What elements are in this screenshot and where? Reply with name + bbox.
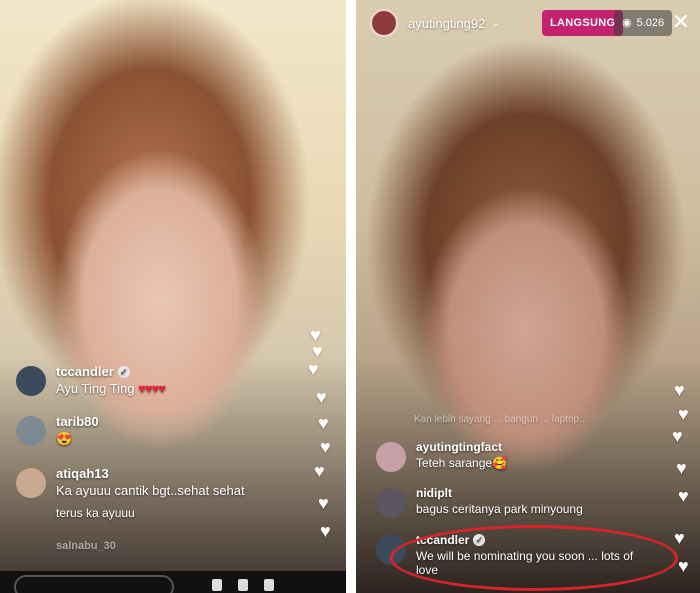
heart-icon: ♥ — [318, 493, 329, 513]
filter-icon[interactable] — [212, 579, 222, 591]
comment-username[interactable]: tccandler — [56, 364, 114, 379]
comment-username[interactable]: ayutingtingfact — [416, 440, 507, 454]
comment-bar — [0, 571, 346, 593]
avatar[interactable] — [376, 442, 406, 472]
comment-text-continued: terus ka ayuuu — [56, 506, 135, 520]
live-header: ayutingting92 ⌄ LANGSUNG ◉ 5.026 ✕ — [370, 8, 690, 38]
comment-item: tccandler ✓ Ayu Ting Ting ♥♥♥♥ — [16, 364, 166, 396]
heart-icon: ♥ — [678, 556, 689, 576]
viewer-count: 5.026 — [636, 17, 665, 29]
viewer-count-badge[interactable]: ◉ 5.026 — [614, 10, 673, 36]
question-icon[interactable] — [264, 579, 274, 591]
comment-username[interactable]: nidiplt — [416, 486, 583, 500]
comment-text: bagus ceritanya park minyoung — [416, 502, 583, 516]
heart-icon: ♥♥♥♥ — [138, 381, 166, 396]
heart-icon: ♥ — [678, 486, 689, 506]
host-username[interactable]: ayutingting92 — [408, 16, 485, 31]
comment-text: 😍 — [56, 431, 73, 446]
chevron-down-icon[interactable]: ⌄ — [491, 18, 499, 29]
heart-icon: ♥ — [316, 387, 327, 407]
avatar[interactable] — [370, 9, 398, 37]
avatar[interactable] — [16, 416, 46, 446]
close-icon[interactable]: ✕ — [672, 10, 690, 34]
heart-icon: ♥ — [678, 404, 689, 424]
comment-text: Ka ayuuu cantik bgt..sehat sehat — [56, 483, 245, 498]
comment-item: atiqah13 Ka ayuuu cantik bgt..sehat seha… — [16, 466, 245, 520]
verified-badge-icon: ✓ — [117, 365, 130, 378]
comment-text: Ayu Ting Ting — [56, 381, 135, 396]
heart-icon: ♥ — [318, 413, 329, 433]
red-annotation-circle — [390, 525, 678, 591]
avatar[interactable] — [16, 468, 46, 498]
comment-input[interactable] — [14, 575, 174, 593]
avatar[interactable] — [376, 488, 406, 518]
divider — [346, 0, 356, 593]
comment-username[interactable]: tarib80 — [56, 414, 99, 429]
right-live-screenshot: ayutingting92 ⌄ LANGSUNG ◉ 5.026 ✕ ♥ ♥ ♥… — [356, 0, 700, 593]
heart-icon: ♥ — [674, 380, 685, 400]
comment-item-faded: salnabu_30 — [56, 540, 116, 552]
heart-icon: ♥ — [674, 528, 685, 548]
heart-icon: ♥ — [308, 359, 319, 379]
heart-icon: ♥ — [314, 461, 325, 481]
comment-item: ayutingtingfact Teteh sarange🥰 — [376, 440, 507, 472]
comment-item: tarib80 😍 — [16, 414, 99, 447]
heart-icon: ♥ — [320, 437, 331, 457]
share-icon[interactable] — [238, 579, 248, 591]
live-badge: LANGSUNG — [542, 10, 624, 36]
comment-username[interactable]: atiqah13 — [56, 466, 245, 481]
faded-comment: Kan lebih sayang ... bangun ... laptop..… — [414, 414, 588, 425]
heart-icon: ♥ — [676, 458, 687, 478]
comment-item: nidiplt bagus ceritanya park minyoung — [376, 486, 583, 518]
comment-text: Teteh sarange🥰 — [416, 456, 507, 470]
heart-icon: ♥ — [320, 521, 331, 541]
avatar[interactable] — [16, 366, 46, 396]
eye-icon: ◉ — [622, 17, 632, 29]
heart-icon: ♥ — [672, 426, 683, 446]
left-live-screenshot: ♥ ♥ ♥ ♥ ♥ ♥ ♥ ♥ ♥ tccandler ✓ Ayu Ting Ti… — [0, 0, 346, 593]
comment-username[interactable]: salnabu_30 — [56, 540, 116, 552]
